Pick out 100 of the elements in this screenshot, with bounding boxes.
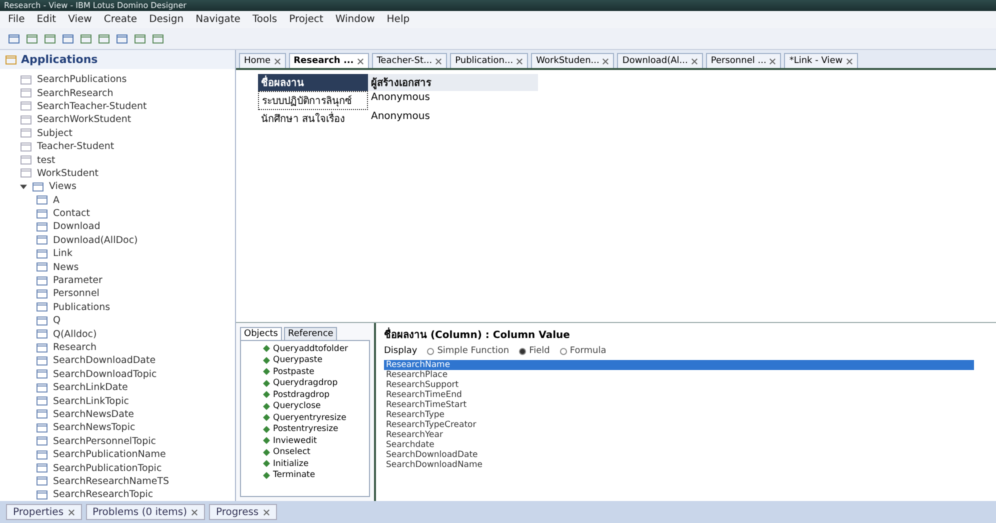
menu-item[interactable]: Window [335,14,375,25]
close-icon[interactable] [769,58,776,64]
close-icon[interactable] [274,58,281,64]
close-icon[interactable] [602,58,610,64]
close-icon[interactable] [190,508,198,516]
menu-item[interactable]: Project [289,14,324,25]
editor-tab[interactable]: Home [239,53,286,68]
panel-tab[interactable]: Objects [240,327,282,340]
tree-item[interactable]: Publications [53,302,110,313]
event-item[interactable]: Onselect [273,447,310,458]
menu-item[interactable]: Help [386,14,410,25]
tree-item[interactable]: Q [53,315,60,326]
field-item[interactable]: SearchDownloadName [384,460,974,470]
tree-item[interactable]: SearchPublicationTopic [53,462,162,474]
tree-item[interactable]: SearchTeacher-Student [37,100,147,112]
tree-item[interactable]: Contact [53,208,90,220]
tree-item[interactable]: SearchPublicationName [53,449,166,460]
menu-item[interactable]: File [8,14,25,25]
event-item[interactable]: Queryclose [273,401,321,412]
field-item[interactable]: ResearchName [384,360,974,370]
tree-item[interactable]: SearchPersonnelTopic [53,436,156,447]
toolbar-icon [80,32,92,44]
tree-item[interactable]: Parameter [53,275,102,286]
table-cell-text: Anonymous [370,110,431,124]
tree-item[interactable]: Personnel [53,288,100,300]
tree-item[interactable]: SearchResearchNameTS [53,476,170,487]
editor-tab[interactable]: *Link - View [784,53,858,68]
field-item[interactable]: ResearchYear [384,430,974,440]
view-tab[interactable]: Properties [6,504,82,520]
tree-item[interactable]: SearchResearch [37,88,114,99]
event-item[interactable]: Querydragdrop [273,378,338,388]
field-item[interactable]: Searchdate [384,440,974,450]
close-icon[interactable] [690,58,698,64]
tree-item[interactable]: Download(AllDoc) [53,234,138,246]
tree-item[interactable]: SearchResearchTopic [53,489,154,500]
tree-item[interactable]: A [53,194,60,206]
tree-item[interactable]: SearchDownloadTopic [53,368,157,380]
view-tab[interactable]: Problems (0 items) [86,504,205,520]
editor-tab[interactable]: Download(Al... [617,53,703,68]
column-header[interactable]: ผู้สร้างเอกสาร [368,74,538,91]
event-item[interactable]: Inviewedit [273,436,317,446]
event-item[interactable]: Postentryresize [273,424,338,434]
editor-tab[interactable]: Research ... [288,53,369,68]
field-item[interactable]: ResearchPlace [384,370,974,380]
event-item[interactable]: Postdragdrop [273,390,330,400]
close-icon[interactable] [516,58,524,64]
tree-item[interactable]: SearchNewsTopic [53,422,136,434]
tree-item[interactable]: Research [53,342,97,353]
tree-item[interactable]: News [53,262,79,273]
radio-option[interactable]: Field [519,346,550,356]
editor-tab[interactable]: Teacher-St... [372,53,448,68]
event-item[interactable]: Terminate [273,470,316,480]
menu-item[interactable]: View [68,14,92,25]
field-item[interactable]: ResearchType [384,410,974,420]
tree-item[interactable]: SearchLinkTopic [53,396,129,407]
event-item[interactable]: Initialize [273,458,309,469]
close-icon[interactable] [68,508,75,516]
panel-tab[interactable]: Reference [284,327,338,340]
view-tab[interactable]: Progress [208,504,277,520]
tree-item[interactable]: Subject [37,128,73,139]
tree-item[interactable]: test [37,154,56,166]
field-item[interactable]: ResearchTypeCreator [384,420,974,430]
expand-icon[interactable] [20,183,27,190]
menu-item[interactable]: Edit [36,14,56,25]
event-item[interactable]: Queryentryresize [273,412,346,423]
tree-item[interactable]: Download [53,221,100,232]
tree-item[interactable]: SearchLinkDate [53,382,128,394]
field-item[interactable]: ResearchTimeEnd [384,390,974,400]
close-icon[interactable] [435,58,442,64]
radio-option[interactable]: Formula [560,346,606,356]
close-icon[interactable] [846,58,853,64]
tree-item[interactable]: Views [49,181,76,192]
tree-item[interactable]: SearchWorkStudent [37,114,132,126]
tree-item[interactable]: Link [53,248,72,260]
column-header[interactable]: ชื่อผลงาน [258,74,368,91]
radio-option[interactable]: Simple Function [427,346,510,356]
menu-item[interactable]: Create [104,14,138,25]
field-item[interactable]: ResearchTimeStart [384,400,974,410]
table-cell: นักศึกษา สนใจเรื่อง [258,110,368,127]
tree-item[interactable]: Q(Alldoc) [53,328,97,340]
tree-item[interactable]: SearchPublications [37,74,127,86]
menu-item[interactable]: Tools [252,14,278,25]
editor-tab[interactable]: WorkStuden... [531,53,614,68]
field-item[interactable]: ResearchSupport [384,380,974,390]
tree-item[interactable]: SearchDownloadDate [53,355,156,366]
editor-tab[interactable]: Personnel ... [706,53,782,68]
close-icon[interactable] [262,508,270,516]
event-item[interactable]: Postpaste [273,366,314,377]
menu-item[interactable]: Design [149,14,184,25]
tree-item[interactable]: SearchNewsDate [53,408,134,420]
event-item[interactable]: Querypaste [273,355,322,366]
menu-item[interactable]: Navigate [196,14,240,25]
editor-tab[interactable]: Publication... [450,53,528,68]
close-icon[interactable] [356,58,364,64]
event-item[interactable]: Queryaddtofolder [273,344,348,354]
field-item[interactable]: SearchDownloadDate [384,450,974,460]
tree-item[interactable]: Teacher-Student [37,141,114,152]
view-icon [36,248,48,260]
tree-item[interactable]: WorkStudent [37,168,98,179]
view-icon [36,448,48,461]
